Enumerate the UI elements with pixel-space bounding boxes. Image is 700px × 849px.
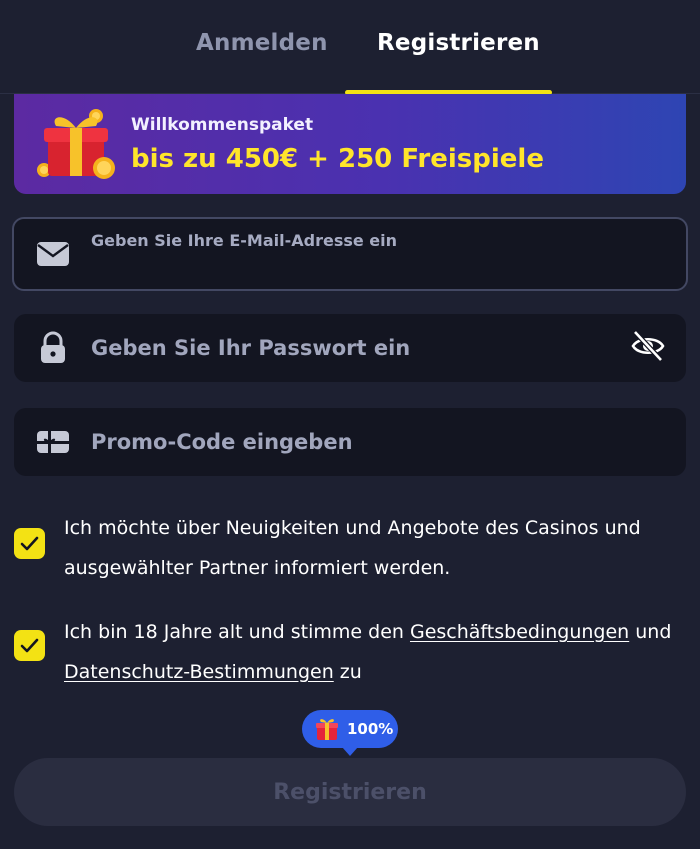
gift-card-icon [37, 431, 69, 453]
privacy-link[interactable]: Datenschutz-Bestimmungen [64, 661, 334, 683]
password-field[interactable] [14, 314, 686, 382]
terms-link[interactable]: Geschäftsbedingungen [410, 621, 629, 643]
tab-login[interactable]: Anmelden [196, 30, 328, 56]
terms-text-before: Ich bin 18 Jahre alt und stimme den [64, 621, 410, 643]
newsletter-consent-text: Ich möchte über Neuigkeiten und Angebote… [64, 517, 641, 579]
promo-code-input[interactable] [91, 426, 611, 458]
password-input[interactable] [91, 332, 611, 364]
banner-headline: bis zu 450€ + 250 Freispiele [131, 144, 544, 174]
banner-kicker: Willkommenspaket [131, 115, 314, 135]
email-input[interactable] [91, 255, 611, 287]
checkmark-icon [20, 536, 39, 551]
terms-consent-text: Ich bin 18 Jahre alt und stimme den Gesc… [64, 612, 694, 692]
gift-box-icon [37, 109, 115, 179]
terms-text-after: zu [333, 661, 362, 683]
eye-slash-icon[interactable] [630, 328, 666, 364]
tab-register[interactable]: Registrieren [377, 30, 540, 56]
checkmark-icon [20, 638, 39, 653]
auth-tabs: Anmelden Registrieren [0, 0, 700, 95]
welcome-bonus-banner: Willkommenspaket bis zu 450€ + 250 Freis… [14, 94, 686, 194]
terms-checkbox[interactable] [14, 630, 45, 661]
terms-text-middle: und [629, 621, 672, 643]
promo-code-field[interactable] [14, 408, 686, 476]
envelope-icon [37, 242, 69, 266]
email-field[interactable]: Geben Sie Ihre E-Mail-Adresse ein [12, 217, 688, 291]
gift-icon [316, 719, 338, 740]
lock-icon [41, 331, 65, 363]
register-button[interactable]: Registrieren [14, 758, 686, 826]
progress-percent: 100% [347, 720, 394, 738]
email-field-label: Geben Sie Ihre E-Mail-Adresse ein [91, 231, 398, 250]
progress-badge: 100% [302, 710, 398, 756]
newsletter-checkbox[interactable] [14, 528, 45, 559]
